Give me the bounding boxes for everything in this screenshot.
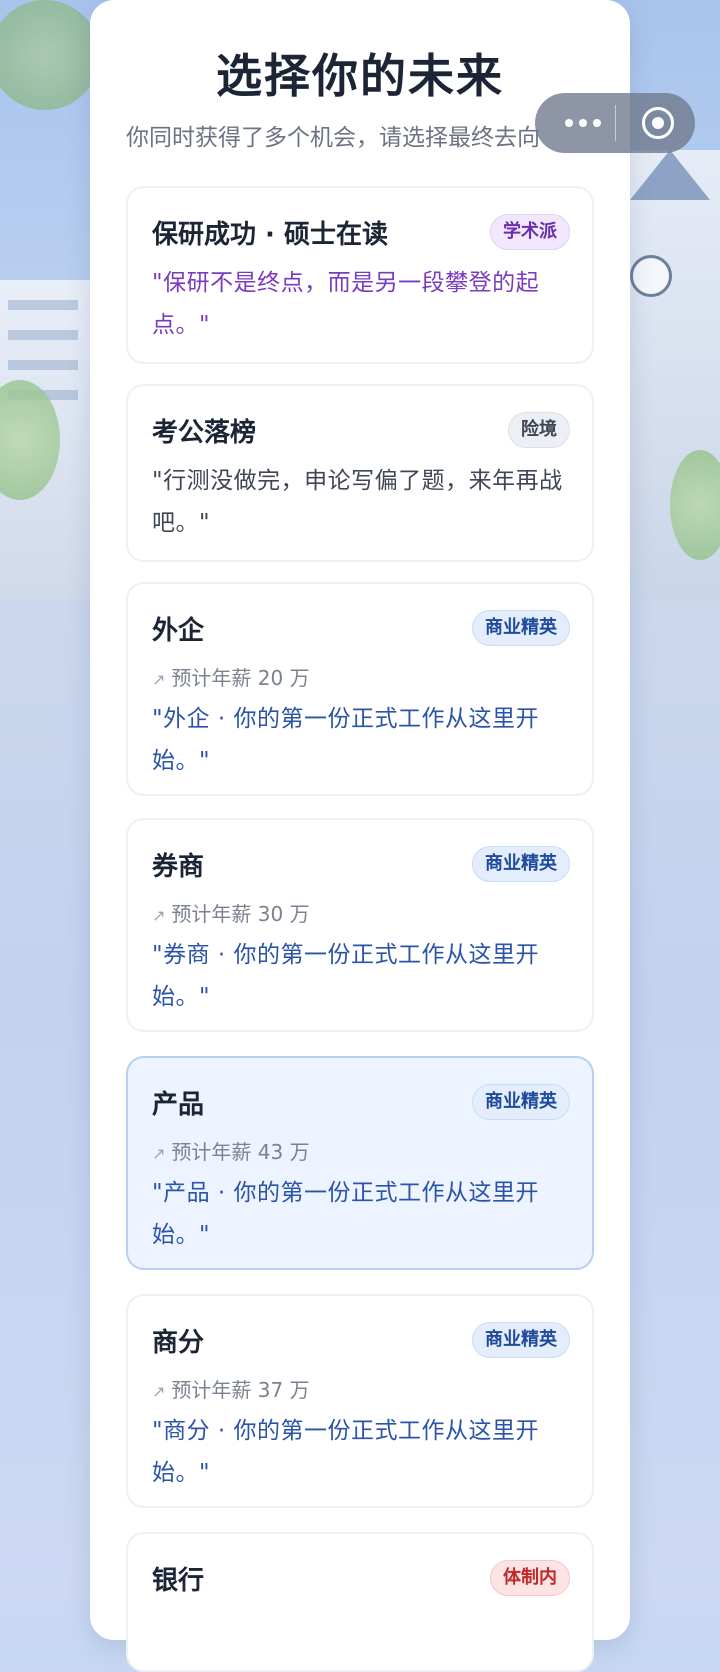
salary-line: ↗ 预计年薪 43 万 — [152, 1136, 310, 1165]
choice-panel: 选择你的未来 你同时获得了多个机会，请选择最终去向 保研成功 · 硕士在读 学术… — [90, 0, 630, 1672]
option-card-business-analyst[interactable]: 商分 商业精英 ↗ 预计年薪 37 万 "商分 · 你的第一份正式工作从这里开始。… — [126, 1294, 594, 1508]
option-tag: 商业精英 — [472, 1084, 570, 1120]
salary-text: 预计年薪 43 万 — [171, 1140, 310, 1164]
option-card-postgrad[interactable]: 保研成功 · 硕士在读 学术派 "保研不是终点，而是另一段攀登的起点。" — [126, 186, 594, 364]
more-dot-icon — [565, 119, 573, 127]
option-card-civil-exam[interactable]: 考公落榜 险境 "行测没做完，申论写偏了题，来年再战吧。" — [126, 384, 594, 562]
tower-roof — [630, 150, 710, 200]
option-name: 外企 — [152, 616, 205, 646]
option-tag: 商业精英 — [472, 1322, 570, 1358]
salary-text: 预计年薪 37 万 — [171, 1378, 310, 1402]
page-subtitle: 你同时获得了多个机会，请选择最终去向 — [126, 125, 540, 151]
mini-program-capsule — [535, 93, 695, 153]
capsule-divider — [615, 105, 616, 141]
option-tag: 险境 — [508, 412, 570, 448]
option-quote: "行测没做完，申论写偏了题，来年再战吧。" — [152, 468, 563, 536]
option-name: 券商 — [152, 852, 205, 882]
clock-icon — [630, 255, 672, 297]
option-name: 商分 — [152, 1328, 205, 1358]
option-card-bank[interactable]: 银行 体制内 — [126, 1532, 594, 1672]
option-tag: 学术派 — [490, 214, 570, 250]
option-tag: 商业精英 — [472, 610, 570, 646]
more-dot-icon — [593, 119, 601, 127]
option-card-brokerage[interactable]: 券商 商业精英 ↗ 预计年薪 30 万 "券商 · 你的第一份正式工作从这里开始。… — [126, 818, 594, 1032]
option-quote: "商分 · 你的第一份正式工作从这里开始。" — [152, 1418, 540, 1486]
trend-up-icon: ↗ — [152, 670, 166, 689]
option-quote: "券商 · 你的第一份正式工作从这里开始。" — [152, 942, 540, 1010]
salary-line: ↗ 预计年薪 37 万 — [152, 1374, 310, 1403]
more-dot-icon — [579, 119, 587, 127]
salary-text: 预计年薪 30 万 — [171, 902, 310, 926]
option-tag: 体制内 — [490, 1560, 570, 1596]
option-card-foreign-company[interactable]: 外企 商业精英 ↗ 预计年薪 20 万 "外企 · 你的第一份正式工作从这里开始。… — [126, 582, 594, 796]
trend-up-icon: ↗ — [152, 1382, 166, 1401]
trend-up-icon: ↗ — [152, 1144, 166, 1163]
option-quote: "产品 · 你的第一份正式工作从这里开始。" — [152, 1180, 540, 1248]
salary-text: 预计年薪 20 万 — [171, 666, 310, 690]
option-name: 产品 — [152, 1090, 205, 1120]
option-name: 保研成功 · 硕士在读 — [152, 220, 388, 250]
option-quote: "外企 · 你的第一份正式工作从这里开始。" — [152, 706, 540, 774]
option-name: 银行 — [152, 1566, 205, 1596]
more-button[interactable] — [565, 107, 615, 137]
option-name: 考公落榜 — [152, 418, 257, 448]
option-quote: "保研不是终点，而是另一段攀登的起点。" — [152, 270, 540, 338]
salary-line: ↗ 预计年薪 30 万 — [152, 898, 310, 927]
close-target-icon[interactable] — [642, 107, 674, 139]
option-card-product[interactable]: 产品 商业精英 ↗ 预计年薪 43 万 "产品 · 你的第一份正式工作从这里开始。… — [126, 1056, 594, 1270]
option-tag: 商业精英 — [472, 846, 570, 882]
trend-up-icon: ↗ — [152, 906, 166, 925]
salary-line: ↗ 预计年薪 20 万 — [152, 662, 310, 691]
